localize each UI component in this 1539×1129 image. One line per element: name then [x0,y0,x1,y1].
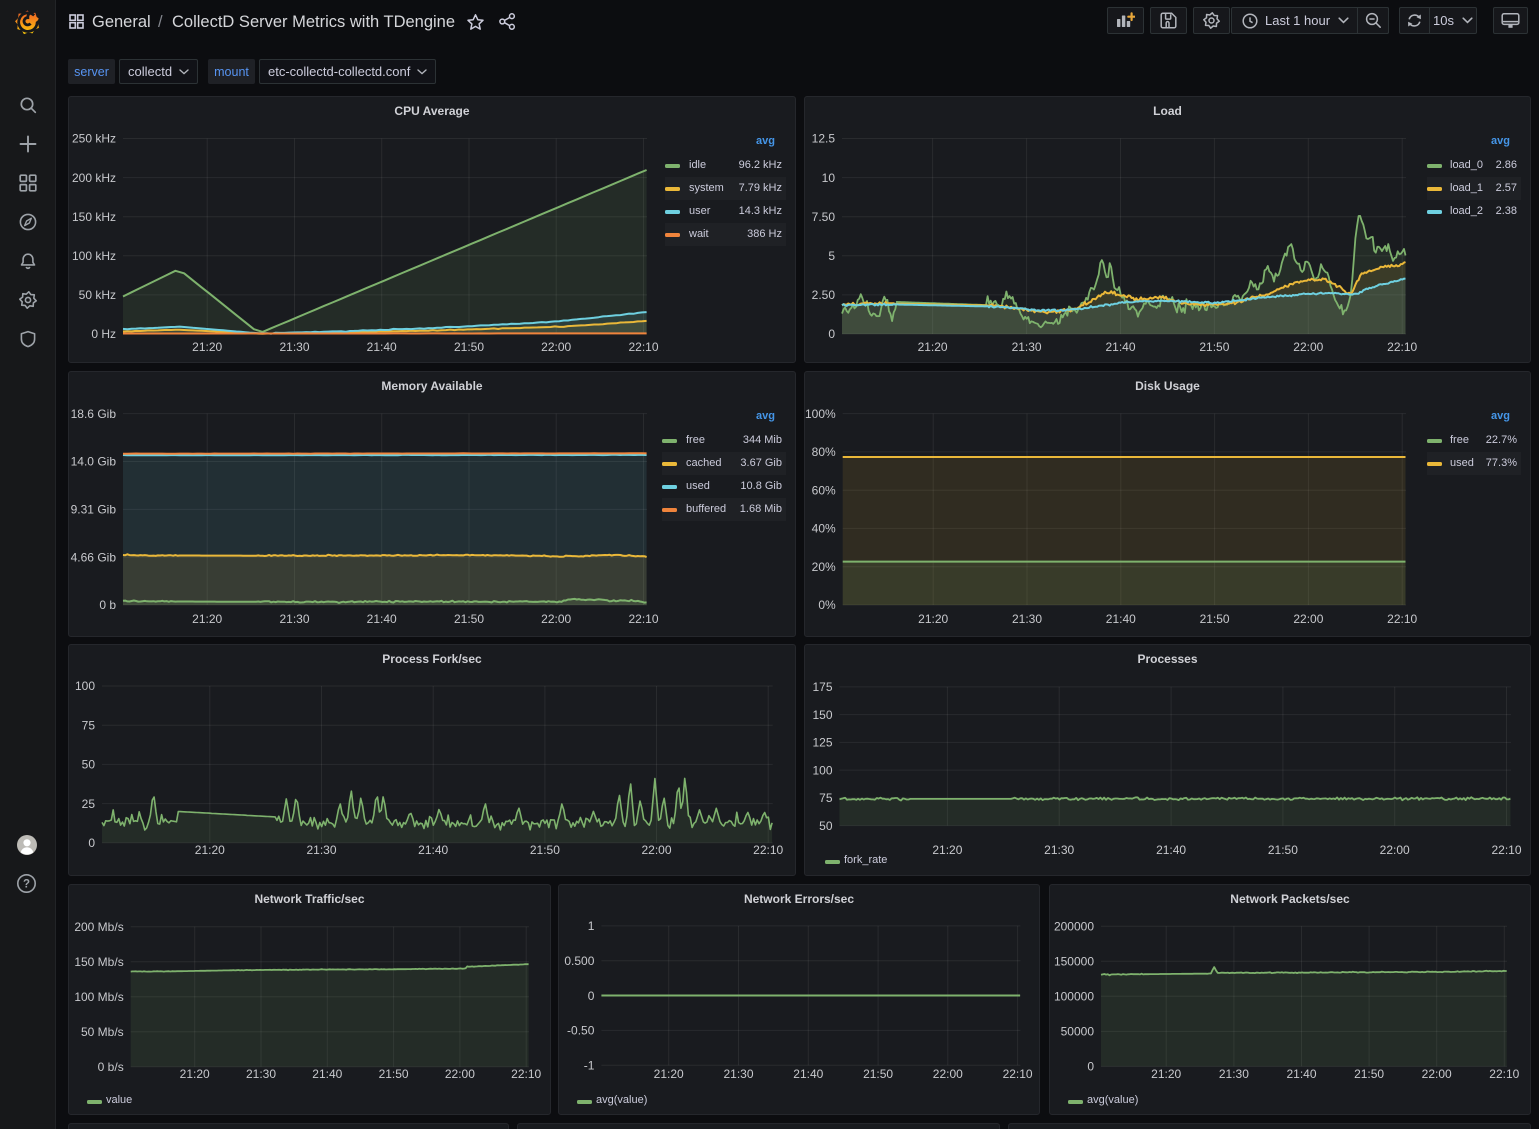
svg-text:0.500: 0.500 [564,954,594,968]
svg-text:22:10: 22:10 [1489,1067,1519,1081]
svg-text:21:40: 21:40 [312,1067,342,1081]
svg-text:100 Mb/s: 100 Mb/s [74,990,123,1004]
svg-text:22:10: 22:10 [1491,843,1521,857]
svg-text:100: 100 [812,763,832,777]
svg-text:21:40: 21:40 [418,843,448,857]
svg-text:22:00: 22:00 [1422,1067,1452,1081]
svg-text:21:40: 21:40 [1286,1067,1316,1081]
svg-text:150: 150 [812,708,832,722]
svg-text:22:00: 22:00 [933,1067,963,1081]
svg-text:200 Mb/s: 200 Mb/s [74,920,123,934]
svg-text:21:50: 21:50 [1354,1067,1384,1081]
svg-text:1: 1 [588,919,595,933]
svg-text:-0.50: -0.50 [567,1024,595,1038]
svg-text:100000: 100000 [1054,990,1094,1004]
svg-text:21:50: 21:50 [1268,843,1298,857]
svg-text:22:00: 22:00 [445,1067,475,1081]
svg-text:25: 25 [82,797,96,811]
svg-text:125: 125 [812,736,832,750]
svg-text:21:30: 21:30 [246,1067,276,1081]
svg-text:50 Mb/s: 50 Mb/s [81,1025,124,1039]
svg-text:21:30: 21:30 [723,1067,753,1081]
svg-text:21:50: 21:50 [379,1067,409,1081]
svg-text:21:50: 21:50 [530,843,560,857]
svg-text:175: 175 [812,680,832,694]
svg-text:50: 50 [819,819,833,833]
svg-text:22:00: 22:00 [1380,843,1410,857]
svg-text:21:20: 21:20 [932,843,962,857]
svg-text:?: ? [23,879,30,891]
svg-text:22:10: 22:10 [511,1067,541,1081]
svg-text:22:10: 22:10 [1003,1067,1033,1081]
svg-text:21:20: 21:20 [195,843,225,857]
svg-text:0: 0 [88,836,95,850]
svg-text:75: 75 [82,718,96,732]
svg-text:50000: 50000 [1061,1025,1095,1039]
svg-text:21:20: 21:20 [180,1067,210,1081]
svg-text:0: 0 [1087,1060,1094,1074]
svg-text:21:30: 21:30 [1044,843,1074,857]
svg-text:21:40: 21:40 [1156,843,1186,857]
svg-text:21:20: 21:20 [654,1067,684,1081]
svg-text:-1: -1 [584,1058,595,1072]
svg-text:22:10: 22:10 [753,843,783,857]
svg-text:21:30: 21:30 [1219,1067,1249,1081]
svg-text:0 b/s: 0 b/s [98,1060,124,1074]
svg-text:22:00: 22:00 [641,843,671,857]
svg-text:150000: 150000 [1054,955,1094,969]
svg-text:21:50: 21:50 [863,1067,893,1081]
svg-text:21:30: 21:30 [306,843,336,857]
svg-text:0: 0 [588,989,595,1003]
svg-text:150 Mb/s: 150 Mb/s [74,955,123,969]
svg-text:75: 75 [819,791,833,805]
svg-text:21:40: 21:40 [793,1067,823,1081]
svg-text:50: 50 [82,758,96,772]
svg-text:21:20: 21:20 [1151,1067,1181,1081]
svg-text:100: 100 [75,679,95,693]
svg-text:200000: 200000 [1054,920,1094,934]
